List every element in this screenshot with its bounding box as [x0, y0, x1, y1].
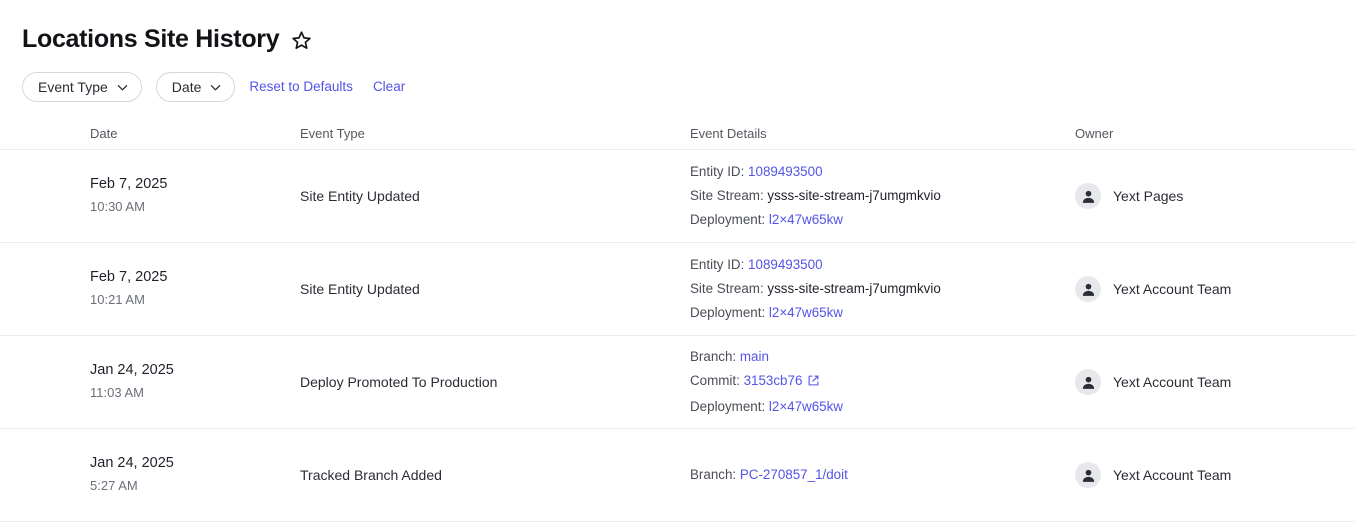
- owner: Yext Account Team: [1075, 462, 1231, 488]
- detail-line: Branch: PC-270857_1/doit: [690, 463, 1075, 487]
- page-header: Locations Site History Event Type Date R…: [0, 0, 1355, 102]
- owner-name: Yext Account Team: [1113, 374, 1232, 390]
- filter-chip-event-type-label: Event Type: [38, 78, 108, 95]
- time-value: 10:21 AM: [90, 291, 145, 307]
- column-header-event-type: Event Type: [300, 125, 365, 141]
- detail-value: ysss-site-stream-j7umgmkvio: [767, 281, 941, 296]
- detail-line: Site Stream: ysss-site-stream-j7umgmkvio: [690, 277, 1075, 301]
- owner-name: Yext Account Team: [1113, 467, 1232, 483]
- column-header-owner: Owner: [1075, 125, 1114, 141]
- avatar: [1075, 462, 1101, 488]
- owner-name: Yext Account Team: [1113, 281, 1232, 297]
- detail-value-link[interactable]: 1089493500: [748, 257, 822, 272]
- detail-value-link[interactable]: PC-270857_1/doit: [740, 467, 848, 482]
- event-type-value: Deploy Promoted To Production: [300, 374, 498, 390]
- date-value: Feb 7, 2025: [90, 176, 168, 193]
- detail-label: Entity ID:: [690, 257, 749, 272]
- avatar: [1075, 276, 1101, 302]
- detail-value-link[interactable]: l2×47w65kw: [769, 399, 843, 414]
- table-body: Feb 7, 2025 10:30 AM Site Entity Updated En…: [0, 150, 1355, 522]
- detail-value-link[interactable]: 3153cb76: [744, 373, 803, 388]
- detail-label: Deployment:: [690, 212, 769, 227]
- detail-label: Commit:: [690, 373, 744, 388]
- cell-date: Jan 24, 2025 11:03 AM: [22, 336, 300, 429]
- cell-event-details: Branch: PC-270857_1/doit: [690, 429, 1075, 522]
- cell-event-type: Tracked Branch Added: [300, 429, 690, 522]
- title-row: Locations Site History: [22, 25, 1333, 54]
- site-history-table: Date Event Type Event Details Owner Feb …: [0, 118, 1355, 522]
- detail-line: Site Stream: ysss-site-stream-j7umgmkvio: [690, 184, 1075, 208]
- page-title: Locations Site History: [22, 25, 280, 53]
- avatar: [1075, 183, 1101, 209]
- detail-line: Deployment: l2×47w65kw: [690, 395, 1075, 419]
- owner: Yext Pages: [1075, 183, 1183, 209]
- chevron-down-icon: [210, 80, 221, 91]
- column-header-date: Date: [90, 125, 118, 141]
- chevron-down-icon: [117, 80, 128, 91]
- external-link-icon[interactable]: [807, 371, 820, 395]
- cell-event-details: Entity ID: 1089493500 Site Stream: ysss-s…: [690, 150, 1075, 243]
- detail-line: Branch: main: [690, 345, 1075, 369]
- detail-label: Deployment:: [690, 399, 769, 414]
- detail-label: Branch:: [690, 349, 740, 364]
- time-value: 11:03 AM: [90, 384, 144, 400]
- date-value: Jan 24, 2025: [90, 362, 174, 379]
- owner: Yext Account Team: [1075, 276, 1231, 302]
- table-row[interactable]: Feb 7, 2025 10:30 AM Site Entity Updated En…: [0, 150, 1355, 243]
- table-header-row: Date Event Type Event Details Owner: [0, 118, 1355, 150]
- table-row[interactable]: Feb 7, 2025 10:21 AM Site Entity Updated En…: [0, 243, 1355, 336]
- reset-to-defaults-button[interactable]: Reset to Defaults: [249, 79, 353, 94]
- date-value: Feb 7, 2025: [90, 269, 168, 286]
- date-value: Jan 24, 2025: [90, 455, 174, 472]
- detail-line: Entity ID: 1089493500: [690, 253, 1075, 277]
- owner: Yext Account Team: [1075, 369, 1231, 395]
- detail-label: Entity ID:: [690, 164, 749, 179]
- cell-event-details: Branch: main Commit: 3153cb76 Deployment: …: [690, 336, 1075, 429]
- event-type-value: Site Entity Updated: [300, 188, 420, 204]
- detail-label: Deployment:: [690, 305, 769, 320]
- detail-label: Branch:: [690, 467, 740, 482]
- detail-line: Deployment: l2×47w65kw: [690, 208, 1075, 232]
- avatar: [1075, 369, 1101, 395]
- filter-bar: Event Type Date Reset to Defaults Clear: [22, 71, 1333, 102]
- event-type-value: Tracked Branch Added: [300, 467, 442, 483]
- time-value: 10:30 AM: [90, 198, 145, 214]
- filter-chip-date[interactable]: Date: [155, 71, 236, 102]
- clear-button[interactable]: Clear: [373, 79, 405, 94]
- detail-value-link[interactable]: 1089493500: [748, 164, 822, 179]
- cell-event-details: Entity ID: 1089493500 Site Stream: ysss-s…: [690, 243, 1075, 336]
- cell-event-type: Site Entity Updated: [300, 243, 690, 336]
- table-row[interactable]: Jan 24, 2025 5:27 AM Tracked Branch Added B…: [0, 429, 1355, 522]
- cell-date: Jan 24, 2025 5:27 AM: [22, 429, 300, 522]
- cell-owner: Yext Account Team: [1075, 336, 1311, 429]
- detail-line: Entity ID: 1089493500: [690, 160, 1075, 184]
- detail-label: Site Stream:: [690, 281, 768, 296]
- cell-owner: Yext Pages: [1075, 150, 1311, 243]
- column-header-event-details: Event Details: [690, 125, 767, 141]
- cell-event-type: Deploy Promoted To Production: [300, 336, 690, 429]
- detail-value: ysss-site-stream-j7umgmkvio: [767, 188, 941, 203]
- cell-date: Feb 7, 2025 10:30 AM: [22, 150, 300, 243]
- table-row[interactable]: Jan 24, 2025 11:03 AM Deploy Promoted To P…: [0, 336, 1355, 429]
- site-history-page: Locations Site History Event Type Date R…: [0, 0, 1355, 526]
- detail-label: Site Stream:: [690, 188, 768, 203]
- event-type-value: Site Entity Updated: [300, 281, 420, 297]
- time-value: 5:27 AM: [90, 477, 138, 493]
- detail-value-link[interactable]: l2×47w65kw: [769, 305, 843, 320]
- detail-line: Commit: 3153cb76: [690, 369, 1075, 395]
- owner-name: Yext Pages: [1113, 188, 1184, 204]
- cell-owner: Yext Account Team: [1075, 429, 1311, 522]
- detail-line: Deployment: l2×47w65kw: [690, 301, 1075, 325]
- cell-date: Feb 7, 2025 10:21 AM: [22, 243, 300, 336]
- filter-chip-date-label: Date: [171, 78, 202, 95]
- filter-chip-event-type[interactable]: Event Type: [22, 71, 142, 102]
- cell-event-type: Site Entity Updated: [300, 150, 690, 243]
- detail-value-link[interactable]: l2×47w65kw: [769, 212, 843, 227]
- cell-owner: Yext Account Team: [1075, 243, 1311, 336]
- detail-value-link[interactable]: main: [740, 349, 769, 364]
- star-icon[interactable]: [290, 30, 312, 52]
